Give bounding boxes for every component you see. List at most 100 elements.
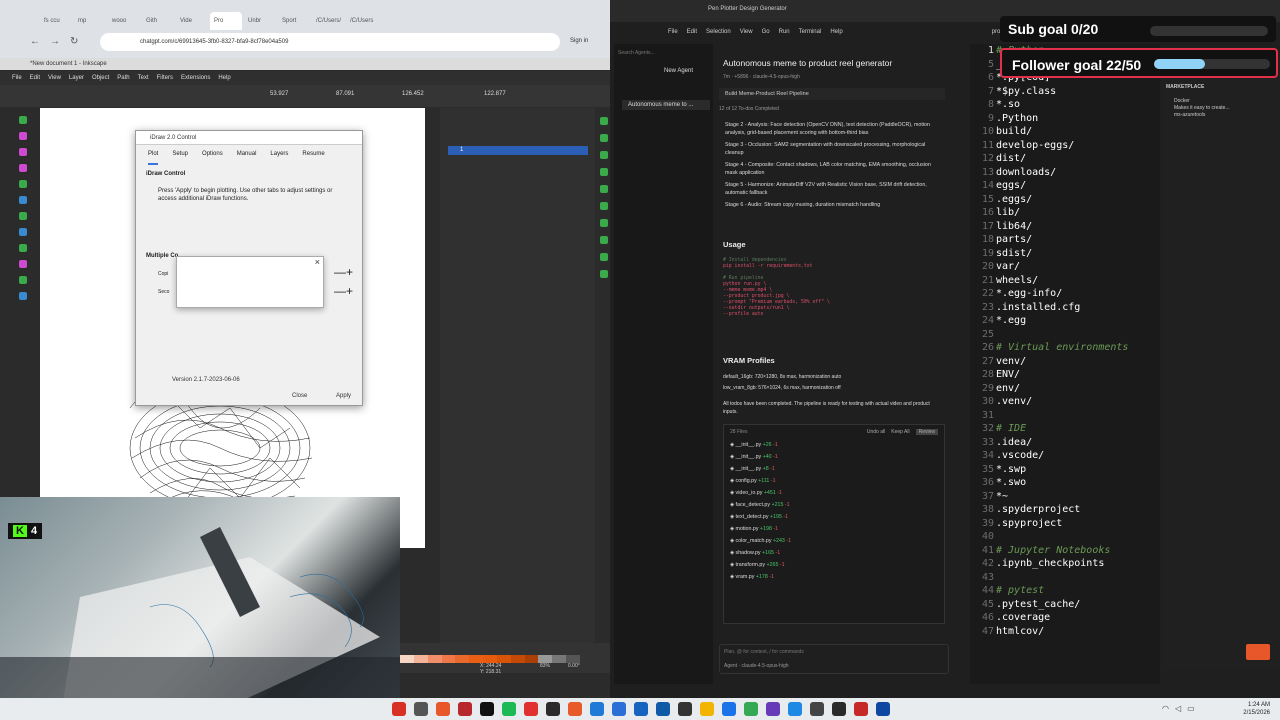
color-swatch[interactable] <box>455 655 470 663</box>
changed-file-row[interactable]: ◈ motion.py +198 -1 <box>730 523 791 535</box>
menu-item[interactable]: Go <box>762 24 770 40</box>
reload-icon[interactable]: ↻ <box>70 36 78 47</box>
command-icon[interactable] <box>599 168 608 176</box>
changed-file-row[interactable]: ◈ __init__.py +8 -1 <box>730 463 791 475</box>
app-icon[interactable] <box>590 702 604 716</box>
app-icon[interactable] <box>722 702 736 716</box>
rotation-level[interactable]: 0.00° <box>568 663 580 669</box>
color-swatch[interactable] <box>441 655 456 663</box>
address-bar[interactable]: chatgpt.com/c/69913645-3fb0-8327-bfa9-8c… <box>100 33 560 51</box>
keep-all-button[interactable]: Keep All <box>891 429 909 435</box>
wifi-icon[interactable]: ◠ <box>1162 704 1169 713</box>
app-icon[interactable] <box>546 702 560 716</box>
menu-item[interactable]: Text <box>138 71 149 85</box>
menu-item[interactable]: Run <box>779 24 790 40</box>
command-icon[interactable] <box>599 117 608 125</box>
changed-file-row[interactable]: ◈ video_io.py +451 -1 <box>730 487 791 499</box>
changed-file-row[interactable]: ◈ face_detect.py +215 -1 <box>730 499 791 511</box>
zoom-level[interactable]: 83% <box>540 663 550 669</box>
docker-extension[interactable]: Docker Makes it easy to create... ms-azu… <box>1174 98 1230 119</box>
volume-icon[interactable]: ◁ <box>1175 704 1181 713</box>
spiral-tool-icon[interactable] <box>19 196 27 204</box>
seconds-stepper[interactable]: —+ <box>334 284 353 298</box>
sign-in-button[interactable]: Sign in <box>570 38 588 44</box>
changed-file-row[interactable]: ◈ color_match.py +243 -1 <box>730 535 791 547</box>
tab-layers[interactable]: Layers <box>270 151 288 165</box>
tab-resume[interactable]: Resume <box>302 151 324 165</box>
command-icon[interactable] <box>599 270 608 278</box>
command-icon[interactable] <box>599 253 608 261</box>
clock[interactable]: 1:24 AM 2/15/2026 <box>1243 701 1270 717</box>
browser-tab[interactable]: /C/Users <box>346 12 378 30</box>
browser-tab[interactable]: fs ccu <box>40 12 72 30</box>
color-swatch[interactable] <box>400 655 414 663</box>
tab-options[interactable]: Options <box>202 151 223 165</box>
tab-setup[interactable]: Setup <box>172 151 188 165</box>
gradient-tool-icon[interactable] <box>19 260 27 268</box>
menu-item[interactable]: View <box>48 71 61 85</box>
back-icon[interactable]: ← <box>30 36 40 47</box>
browser-tab[interactable]: /C/Users/ <box>312 12 344 30</box>
menu-item[interactable]: Edit <box>687 24 697 40</box>
menu-item[interactable]: Help <box>218 71 230 85</box>
w-field[interactable]: 126.452 <box>402 91 424 97</box>
window-tab-title[interactable]: Pen Plotter Design Generator <box>708 6 787 12</box>
color-swatch[interactable] <box>510 655 525 663</box>
rect-tool-icon[interactable] <box>19 148 27 156</box>
color-palette[interactable] <box>400 655 580 663</box>
browser-tab[interactable]: Unbr <box>244 12 276 30</box>
app-icon[interactable] <box>766 702 780 716</box>
browser-tab[interactable]: wooo <box>108 12 140 30</box>
menu-item[interactable]: View <box>740 24 753 40</box>
app-icon[interactable] <box>612 702 626 716</box>
h-field[interactable]: 122.877 <box>484 91 506 97</box>
usage-code-block[interactable]: # Install dependencies pip install -r re… <box>723 258 945 344</box>
menu-item[interactable]: Filters <box>157 71 173 85</box>
color-swatch[interactable] <box>496 655 511 663</box>
color-swatch[interactable] <box>427 655 442 663</box>
build-plan-bar[interactable]: Build Meme-Product Reel Pipeline <box>719 88 945 100</box>
menu-item[interactable]: File <box>668 24 678 40</box>
menu-item[interactable]: Layer <box>69 71 84 85</box>
changed-file-row[interactable]: ◈ __init__.py +26 -1 <box>730 439 791 451</box>
browser-tab[interactable]: Gith <box>142 12 174 30</box>
app-icon[interactable] <box>458 702 472 716</box>
app-icon[interactable] <box>634 702 648 716</box>
menu-item[interactable]: Selection <box>706 24 731 40</box>
x-field[interactable]: 53.927 <box>270 91 288 97</box>
color-swatch[interactable] <box>538 655 553 663</box>
app-icon[interactable] <box>810 702 824 716</box>
color-swatch[interactable] <box>469 655 484 663</box>
gitignore-code[interactable]: # Python__pycache__/*.py[cod]*$py.class*… <box>996 44 1128 638</box>
tab-plot[interactable]: Plot <box>148 151 159 165</box>
new-agent-button[interactable]: New Agent <box>664 68 693 74</box>
app-icon[interactable] <box>502 702 516 716</box>
agent-list-item[interactable]: Autonomous meme to ... <box>622 100 710 110</box>
chat-composer[interactable]: Plan, @ for context, / for commands Agen… <box>719 644 949 674</box>
command-icon[interactable] <box>599 185 608 193</box>
browser-tab[interactable]: mp <box>74 12 106 30</box>
changed-file-row[interactable]: ◈ vram.py +178 -1 <box>730 571 791 583</box>
app-icon[interactable] <box>832 702 846 716</box>
command-icon[interactable] <box>599 219 608 227</box>
changed-file-row[interactable]: ◈ config.py +111 -1 <box>730 475 791 487</box>
code-editor[interactable]: 1 5 6 7 8 9 10 11 12 13 14 15 16 17 18 19 20 21 22 23 24 25 26… <box>970 44 1160 684</box>
app-icon[interactable] <box>656 702 670 716</box>
agents-search[interactable]: Search Agents... <box>618 50 710 60</box>
changed-file-row[interactable]: ◈ shadow.py +165 -1 <box>730 547 791 559</box>
copies-stepper[interactable]: —+ <box>334 265 353 279</box>
app-icon[interactable] <box>854 702 868 716</box>
star-tool-icon[interactable] <box>19 180 27 188</box>
pen-tool-icon[interactable] <box>19 212 27 220</box>
battery-icon[interactable]: ▭ <box>1187 704 1195 713</box>
review-button[interactable]: Review <box>915 429 938 435</box>
apply-button[interactable]: Apply <box>330 391 357 401</box>
forward-icon[interactable]: → <box>50 36 60 47</box>
close-icon[interactable]: × <box>315 257 320 267</box>
text-tool-icon[interactable] <box>19 244 27 252</box>
orange-button[interactable] <box>1246 644 1270 660</box>
app-icon[interactable] <box>480 702 494 716</box>
node-tool-icon[interactable] <box>19 132 27 140</box>
color-swatch[interactable] <box>524 655 539 663</box>
color-swatch[interactable] <box>566 655 580 663</box>
